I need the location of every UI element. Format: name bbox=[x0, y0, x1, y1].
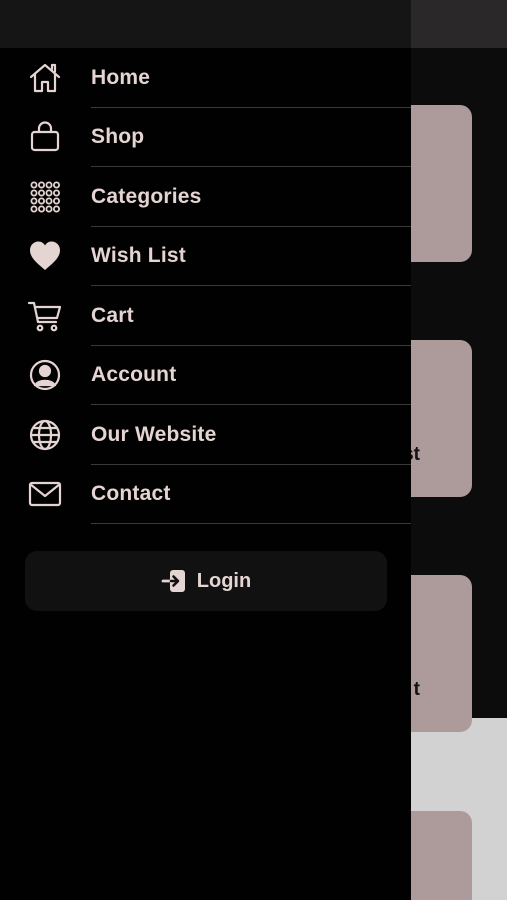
menu-item-home[interactable]: Home bbox=[0, 48, 411, 108]
menu-item-label: Our Website bbox=[91, 422, 217, 446]
divider bbox=[91, 523, 411, 524]
background-card-text: t bbox=[413, 679, 420, 700]
menu-item-label: Shop bbox=[91, 125, 145, 149]
heart-icon bbox=[26, 237, 64, 275]
menu-item-label: Account bbox=[91, 363, 177, 387]
drawer-header bbox=[0, 0, 411, 48]
envelope-icon bbox=[26, 475, 64, 513]
menu-item-label: Contact bbox=[91, 482, 171, 506]
sign-in-icon bbox=[161, 568, 187, 594]
login-button[interactable]: Login bbox=[25, 551, 387, 611]
cart-icon bbox=[26, 297, 64, 335]
menu-item-label: Home bbox=[91, 65, 151, 89]
menu-item-cart[interactable]: Cart bbox=[0, 286, 411, 346]
menu-item-label: Categories bbox=[91, 184, 202, 208]
menu-item-account[interactable]: Account bbox=[0, 346, 411, 405]
login-button-label: Login bbox=[196, 569, 252, 592]
menu-item-label: Wish List bbox=[91, 244, 186, 268]
menu-item-our-website[interactable]: Our Website bbox=[0, 405, 411, 465]
menu-item-categories[interactable]: Categories bbox=[0, 167, 411, 227]
home-icon bbox=[26, 59, 64, 97]
grid-dots-icon bbox=[26, 178, 64, 216]
menu-item-label: Cart bbox=[91, 303, 134, 327]
drawer-menu: Home Shop Categories Wish List Cart Acco… bbox=[0, 48, 411, 524]
user-circle-icon bbox=[26, 356, 64, 394]
side-drawer: Home Shop Categories Wish List Cart Acco… bbox=[0, 0, 411, 900]
bag-icon bbox=[26, 118, 64, 156]
menu-item-contact[interactable]: Contact bbox=[0, 465, 411, 524]
menu-item-shop[interactable]: Shop bbox=[0, 108, 411, 167]
menu-item-wish-list[interactable]: Wish List bbox=[0, 227, 411, 286]
globe-icon bbox=[26, 416, 64, 454]
